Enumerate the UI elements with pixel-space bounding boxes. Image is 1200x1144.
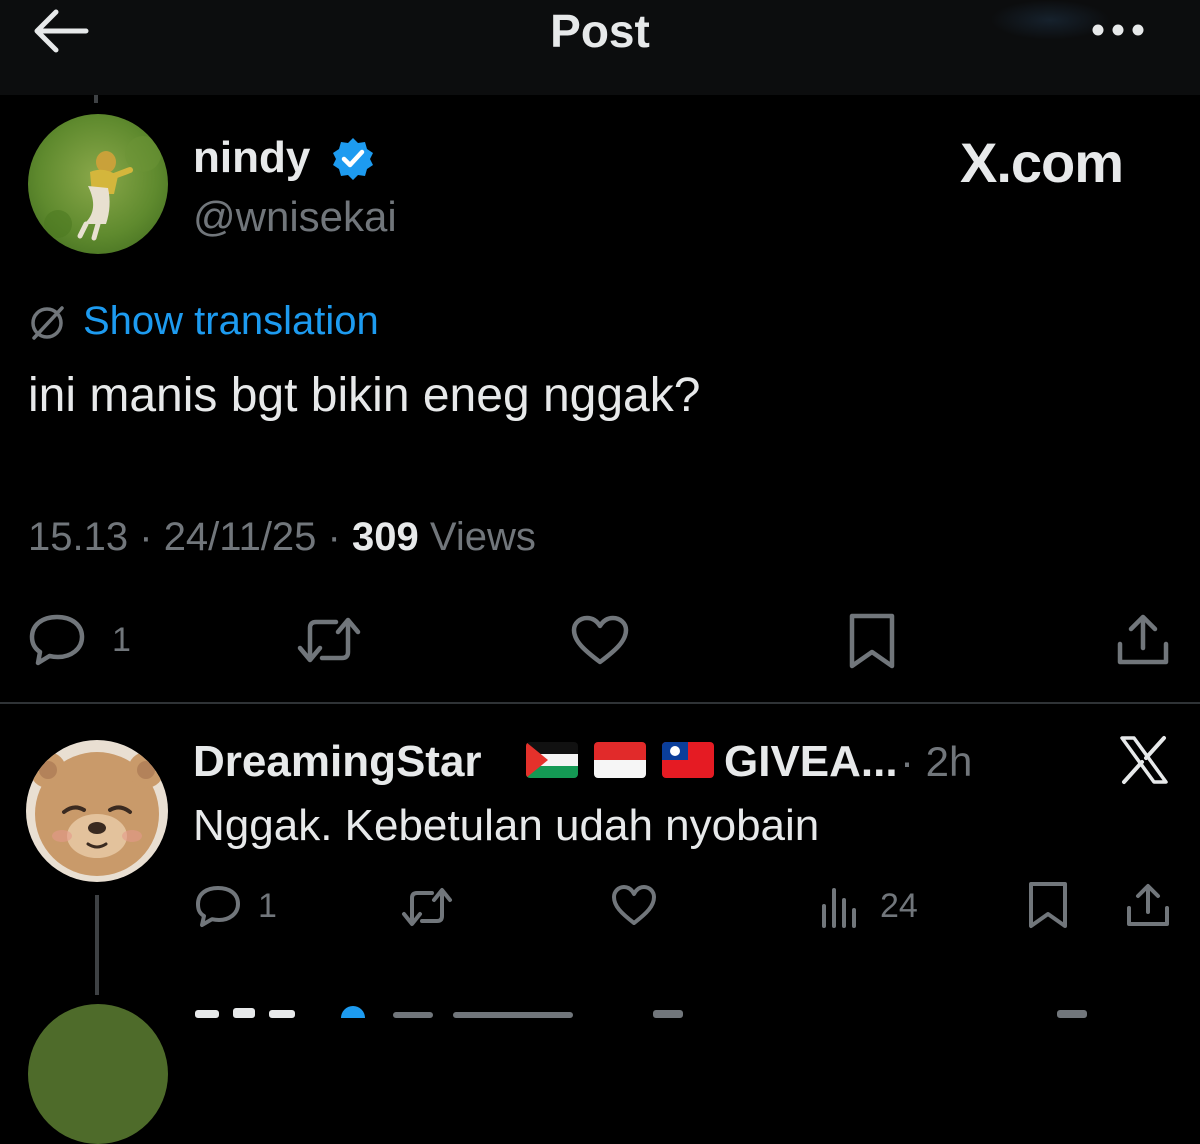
reply-button[interactable] bbox=[28, 612, 86, 671]
indonesia-flag-icon bbox=[594, 742, 646, 778]
reply-like-button[interactable] bbox=[610, 884, 658, 931]
reply-repost-button[interactable] bbox=[400, 886, 454, 933]
taiwan-flag-icon bbox=[662, 742, 714, 778]
analytics-icon bbox=[822, 888, 856, 928]
heart-icon bbox=[612, 885, 656, 925]
reply-views-count: 24 bbox=[880, 887, 918, 925]
share-icon bbox=[1127, 884, 1169, 926]
post-time: 15.13 bbox=[28, 515, 129, 559]
author-avatar[interactable] bbox=[28, 114, 168, 254]
reply-count: 1 bbox=[112, 621, 131, 659]
author-handle[interactable]: @wnisekai bbox=[193, 192, 397, 242]
reply-author-avatar[interactable] bbox=[26, 740, 168, 882]
meta-separator: · bbox=[327, 515, 341, 559]
thread-connector-top bbox=[94, 95, 98, 103]
source-watermark: X.com bbox=[960, 131, 1124, 194]
reply-name-suffix[interactable]: GIVEA... bbox=[724, 736, 898, 788]
reply-display-name[interactable]: DreamingStar bbox=[193, 736, 482, 788]
reply-icon bbox=[196, 886, 240, 927]
views-count: 309 bbox=[352, 515, 419, 559]
author-display-name[interactable]: nindy bbox=[193, 132, 310, 184]
next-author-avatar[interactable] bbox=[28, 1004, 168, 1144]
show-translation-link[interactable]: Show translation bbox=[83, 297, 379, 345]
post-divider bbox=[0, 702, 1200, 704]
repost-button[interactable] bbox=[296, 614, 362, 671]
like-button[interactable] bbox=[570, 614, 630, 671]
x-logo-icon bbox=[1118, 734, 1170, 786]
verified-badge-icon bbox=[330, 136, 376, 182]
bookmark-button[interactable] bbox=[846, 612, 898, 675]
translate-icon bbox=[26, 302, 68, 344]
more-button[interactable] bbox=[1086, 12, 1150, 48]
bookmark-icon bbox=[1029, 882, 1067, 928]
repost-icon bbox=[402, 888, 452, 926]
palestine-flag-icon bbox=[526, 742, 578, 778]
reply-views-button[interactable] bbox=[818, 884, 864, 933]
heart-icon bbox=[571, 615, 629, 665]
reply-reply-button[interactable] bbox=[194, 884, 242, 933]
post-text: ini manis bgt bikin eneg nggak? bbox=[28, 369, 701, 422]
thread-connector-bottom bbox=[95, 895, 99, 995]
post-meta: 15.13 · 24/11/25 · 309 Views bbox=[28, 512, 536, 562]
reply-icon bbox=[29, 614, 85, 666]
next-item-peek bbox=[193, 1004, 1093, 1018]
share-button[interactable] bbox=[1114, 612, 1172, 673]
reply-timestamp[interactable]: · 2h bbox=[900, 736, 972, 788]
page-title: Post bbox=[550, 5, 650, 57]
reply-bookmark-button[interactable] bbox=[1026, 880, 1070, 935]
bear-avatar-illustration bbox=[26, 740, 168, 882]
meta-separator: · bbox=[139, 515, 153, 559]
views-label: Views bbox=[429, 515, 536, 559]
reply-reply-count: 1 bbox=[258, 887, 277, 925]
reply-share-button[interactable] bbox=[1124, 882, 1172, 933]
post-date: 24/11/25 bbox=[163, 515, 317, 559]
repost-icon bbox=[297, 617, 361, 663]
more-horizontal-icon bbox=[1092, 24, 1144, 36]
share-icon bbox=[1117, 614, 1169, 665]
avatar-photo bbox=[28, 114, 168, 254]
reply-text: Nggak. Kebetulan udah nyobain bbox=[193, 801, 820, 850]
bookmark-icon bbox=[849, 613, 895, 669]
